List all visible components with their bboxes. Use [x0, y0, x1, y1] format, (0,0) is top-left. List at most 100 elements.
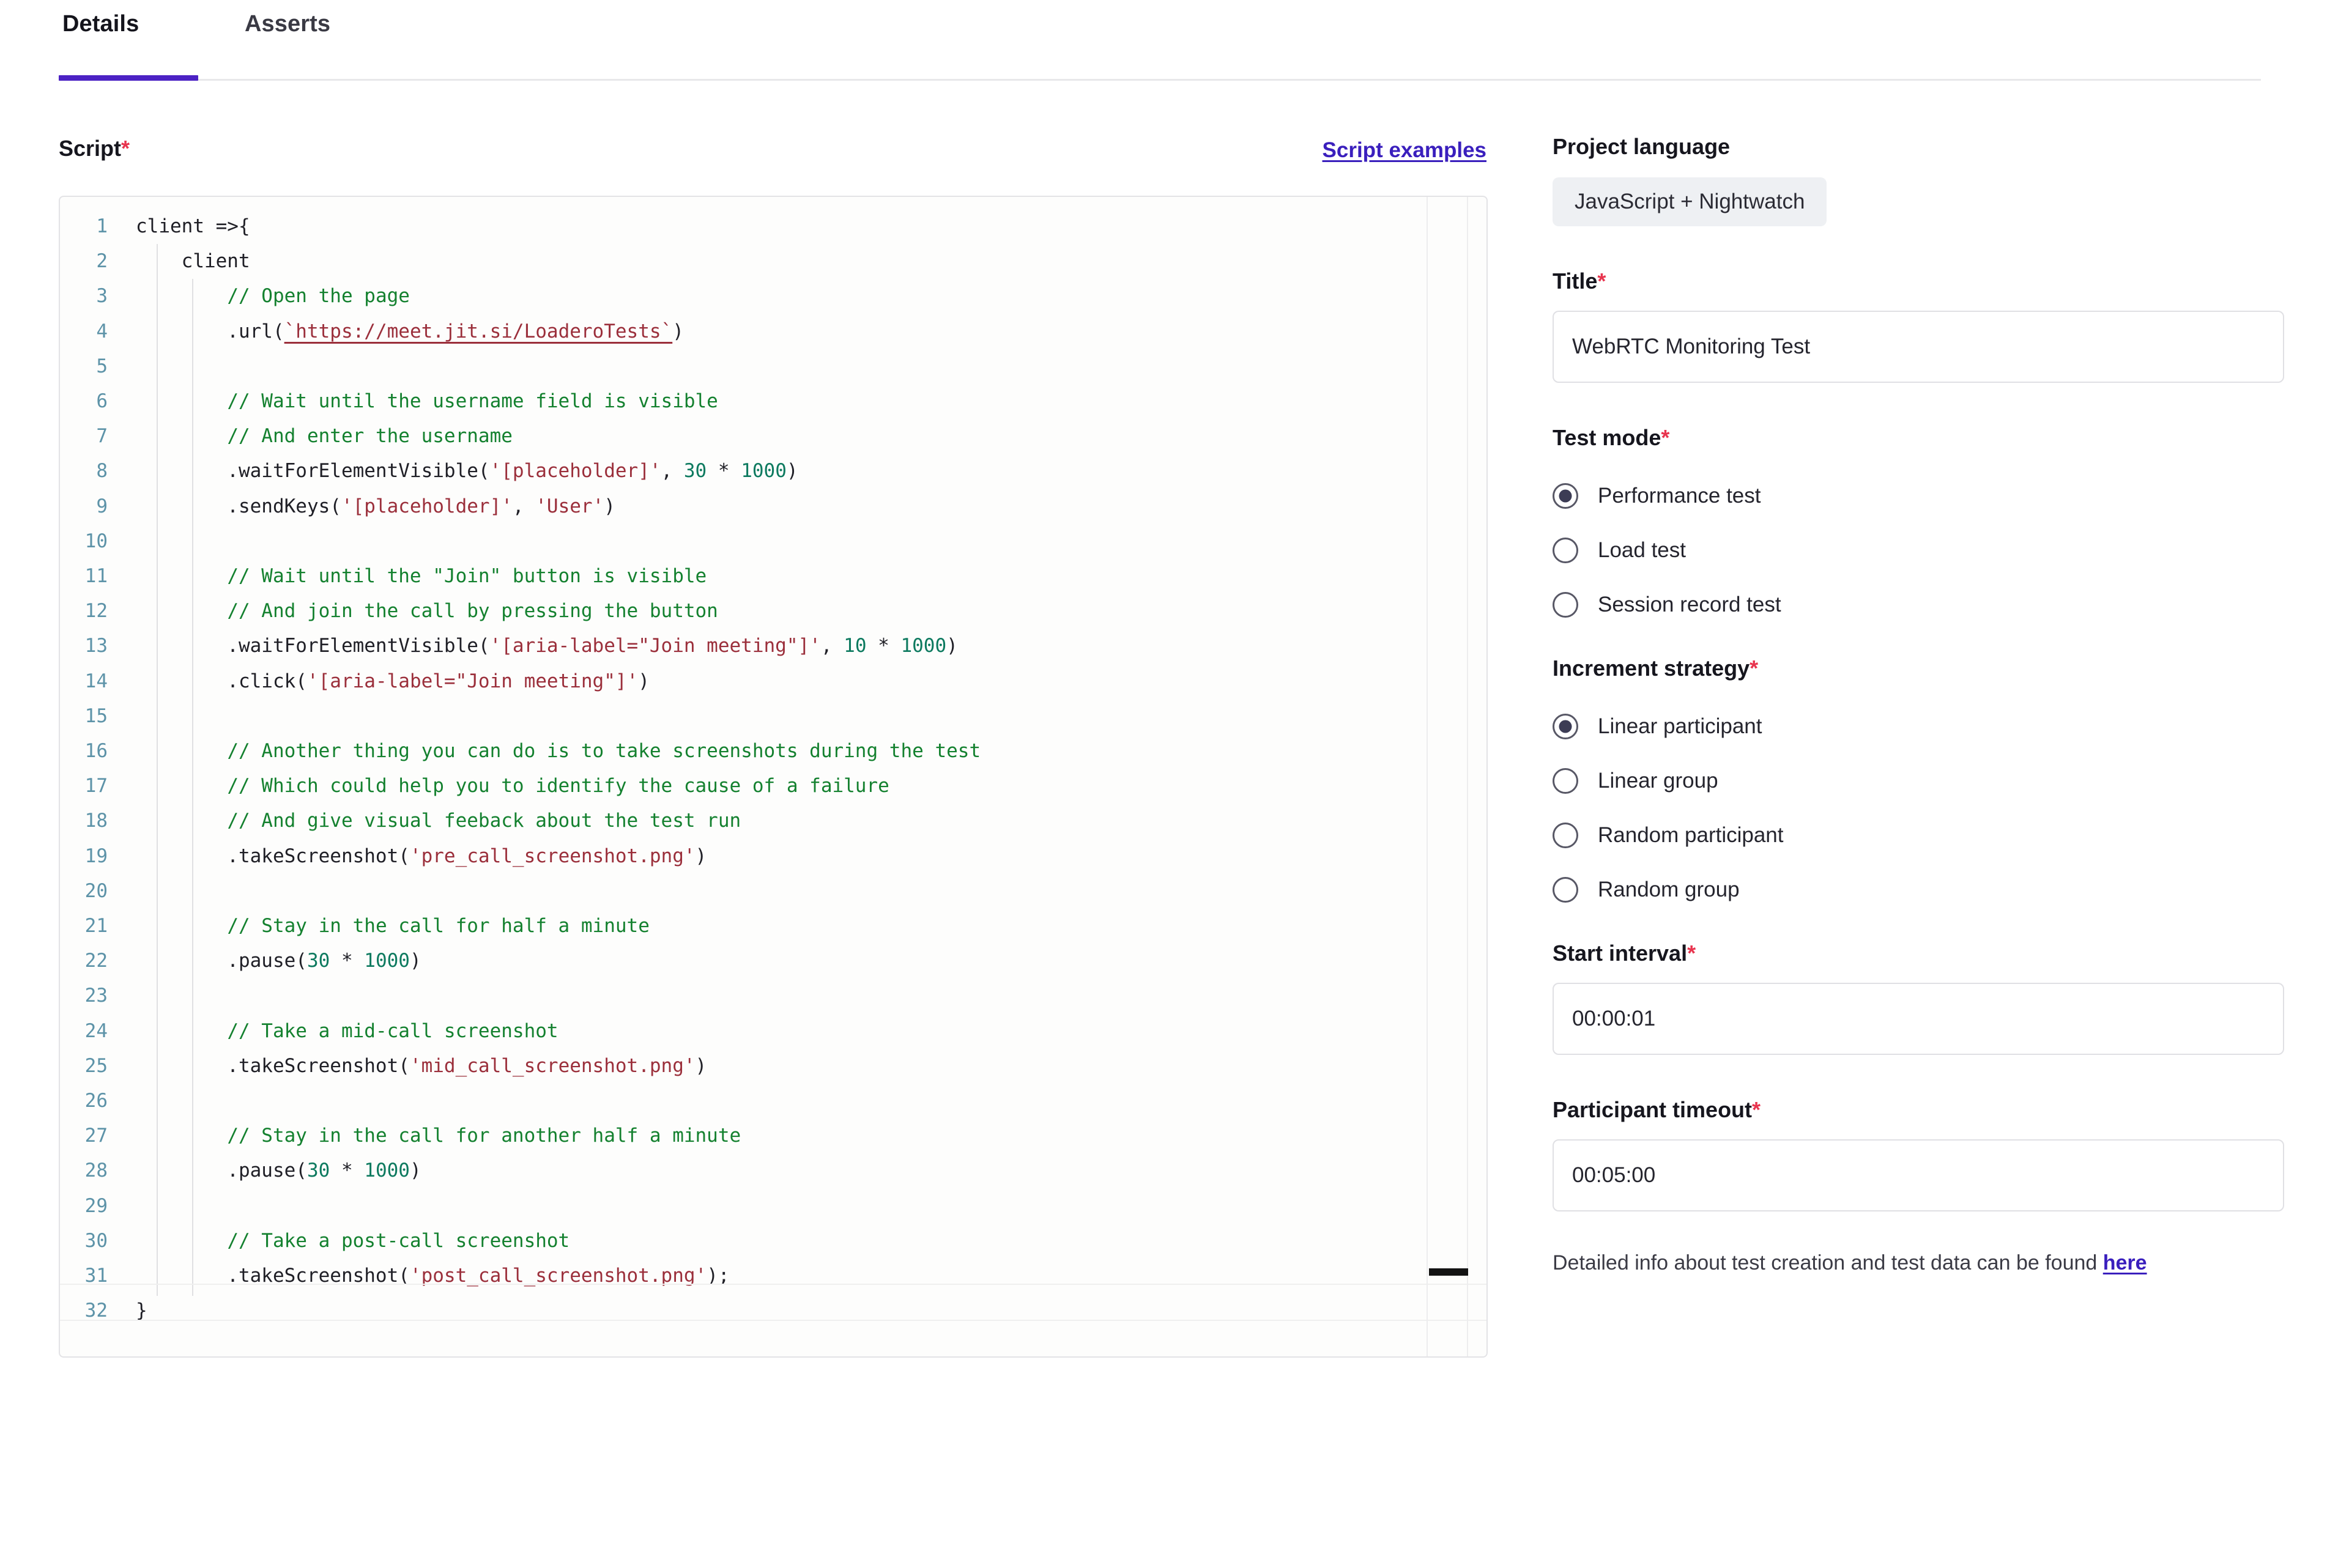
help-note-link[interactable]: here — [2103, 1251, 2147, 1274]
tab-details[interactable]: Details — [59, 11, 143, 37]
increment-strategy-option-3[interactable]: Random group — [1553, 862, 2288, 917]
start-interval-required-marker: * — [1687, 941, 1696, 966]
radio-unchecked-icon[interactable] — [1553, 767, 1578, 794]
increment-strategy-option-1[interactable]: Linear group — [1553, 753, 2288, 808]
code-line-content[interactable]: // Take a post-call screenshot — [128, 1224, 1486, 1259]
participant-timeout-required-marker: * — [1752, 1097, 1761, 1122]
code-line-content[interactable]: .pause(30 * 1000) — [128, 1153, 1486, 1188]
code-line-content[interactable] — [128, 978, 1486, 1013]
line-number: 24 — [84, 1019, 108, 1042]
line-number: 10 — [84, 530, 108, 552]
code-line: 29 — [60, 1189, 1486, 1224]
script-header: Script* Script examples — [59, 136, 1488, 180]
script-panel: Script* Script examples 1 client =>{ 2 cli… — [59, 136, 1488, 1358]
start-interval-label-text: Start interval — [1553, 941, 1688, 966]
code-line: 4 .url(`https://meet.jit.si/LoaderoTests… — [60, 314, 1486, 349]
code-line-content[interactable]: // Take a mid-call screenshot — [128, 1014, 1486, 1049]
code-line: 32} — [60, 1293, 1486, 1328]
increment-strategy-required-marker: * — [1750, 656, 1759, 681]
radio-unchecked-icon[interactable] — [1553, 591, 1578, 618]
start-interval-input[interactable]: 00:00:01 — [1553, 983, 2284, 1055]
code-line-content[interactable]: // Which could help you to identify the … — [128, 769, 1486, 804]
code-line-content[interactable]: client — [128, 244, 1486, 279]
line-number: 3 — [96, 285, 108, 308]
increment-strategy-option-2[interactable]: Random participant — [1553, 808, 2288, 862]
script-label: Script* — [59, 136, 130, 161]
line-number: 23 — [84, 985, 108, 1007]
code-line: 21 // Stay in the call for half a minute — [60, 909, 1486, 944]
code-editor-scroll-area[interactable]: 1 client =>{2 client 3 // Open the page 4 .… — [60, 197, 1486, 1356]
code-line-content[interactable]: .takeScreenshot('mid_call_screenshot.png… — [128, 1049, 1486, 1084]
tab-bar-divider — [59, 79, 2261, 81]
increment-strategy-option-0[interactable]: Linear participant — [1553, 699, 2288, 753]
code-lines-table: 1 client =>{2 client 3 // Open the page 4 .… — [60, 209, 1486, 1329]
editor-minimap-scrollbar[interactable] — [1427, 197, 1468, 1356]
code-line: 22 .pause(30 * 1000) — [60, 944, 1486, 978]
radio-checked-icon[interactable] — [1553, 713, 1578, 739]
code-line-content[interactable] — [128, 1084, 1486, 1119]
title-label: Title* — [1553, 270, 2288, 292]
title-label-text: Title — [1553, 268, 1598, 294]
start-interval-label: Start interval* — [1553, 942, 2288, 964]
radio-unchecked-icon[interactable] — [1553, 876, 1578, 903]
code-line-content[interactable]: // Stay in the call for another half a m… — [128, 1119, 1486, 1153]
line-number: 30 — [84, 1229, 108, 1252]
code-fold-divider — [60, 1320, 1486, 1321]
increment-strategy-label-text: Increment strategy — [1553, 656, 1750, 681]
code-line-content[interactable]: // Open the page — [128, 279, 1486, 314]
code-line-content[interactable] — [128, 874, 1486, 909]
code-line: 15 — [60, 699, 1486, 734]
code-line: 23 — [60, 978, 1486, 1013]
code-line: 24 // Take a mid-call screenshot — [60, 1014, 1486, 1049]
line-number: 18 — [84, 810, 108, 832]
tab-asserts[interactable]: Asserts — [241, 11, 334, 37]
code-line: 12 // And join the call by pressing the … — [60, 594, 1486, 629]
code-line-content[interactable] — [128, 349, 1486, 384]
code-line-content[interactable]: .pause(30 * 1000) — [128, 944, 1486, 978]
project-language-value: JavaScript + Nightwatch — [1553, 177, 1827, 226]
code-line-content[interactable]: // And enter the username — [128, 419, 1486, 454]
code-line-content[interactable] — [128, 524, 1486, 559]
code-line: 3 // Open the page — [60, 279, 1486, 314]
code-line-content[interactable] — [128, 1189, 1486, 1224]
title-input[interactable]: WebRTC Monitoring Test — [1553, 311, 2284, 383]
code-line-content[interactable]: .sendKeys('[placeholder]', 'User') — [128, 489, 1486, 524]
increment-strategy-label: Increment strategy* — [1553, 657, 2288, 679]
radio-unchecked-icon[interactable] — [1553, 822, 1578, 848]
line-number: 1 — [96, 215, 108, 237]
code-line-content[interactable]: // Wait until the "Join" button is visib… — [128, 559, 1486, 594]
line-number: 2 — [96, 250, 108, 273]
participant-timeout-input[interactable]: 00:05:00 — [1553, 1139, 2284, 1211]
line-number: 4 — [96, 320, 108, 342]
code-line-content[interactable]: client =>{ — [128, 209, 1486, 244]
test-mode-option-2[interactable]: Session record test — [1553, 577, 2288, 632]
code-line-content[interactable]: // Stay in the call for half a minute — [128, 909, 1486, 944]
participant-timeout-label: Participant timeout* — [1553, 1099, 2288, 1121]
code-line-content[interactable]: // And join the call by pressing the but… — [128, 594, 1486, 629]
increment-strategy-option-label: Linear participant — [1598, 714, 1762, 738]
code-line-content[interactable]: .takeScreenshot('post_call_screenshot.pn… — [128, 1259, 1486, 1293]
code-editor[interactable]: 1 client =>{2 client 3 // Open the page 4 .… — [59, 196, 1488, 1358]
code-line-content[interactable]: } — [128, 1293, 1486, 1328]
code-line-content[interactable]: // Wait until the username field is visi… — [128, 384, 1486, 419]
increment-strategy-option-label: Linear group — [1598, 768, 1718, 793]
radio-unchecked-icon[interactable] — [1553, 537, 1578, 563]
line-number: 11 — [84, 565, 108, 588]
code-line: 8 .waitForElementVisible('[placeholder]'… — [60, 454, 1486, 489]
code-line-content[interactable]: .waitForElementVisible('[aria-label="Joi… — [128, 629, 1486, 664]
increment-strategy-option-label: Random participant — [1598, 823, 1784, 847]
code-line-content[interactable]: .url(`https://meet.jit.si/LoaderoTests`) — [128, 314, 1486, 349]
code-line-content[interactable]: // And give visual feeback about the tes… — [128, 804, 1486, 838]
test-mode-option-1[interactable]: Load test — [1553, 523, 2288, 577]
line-number: 19 — [84, 845, 108, 867]
code-line-content[interactable]: // Another thing you can do is to take s… — [128, 734, 1486, 769]
code-line-content[interactable]: .takeScreenshot('pre_call_screenshot.png… — [128, 839, 1486, 874]
code-line-content[interactable]: .waitForElementVisible('[placeholder]', … — [128, 454, 1486, 489]
line-number: 20 — [84, 879, 108, 902]
code-line: 17 // Which could help you to identify t… — [60, 769, 1486, 804]
script-examples-link[interactable]: Script examples — [1323, 138, 1486, 163]
code-line-content[interactable]: .click('[aria-label="Join meeting"]') — [128, 664, 1486, 699]
code-line-content[interactable] — [128, 699, 1486, 734]
radio-checked-icon[interactable] — [1553, 483, 1578, 509]
test-mode-option-0[interactable]: Performance test — [1553, 468, 2288, 523]
